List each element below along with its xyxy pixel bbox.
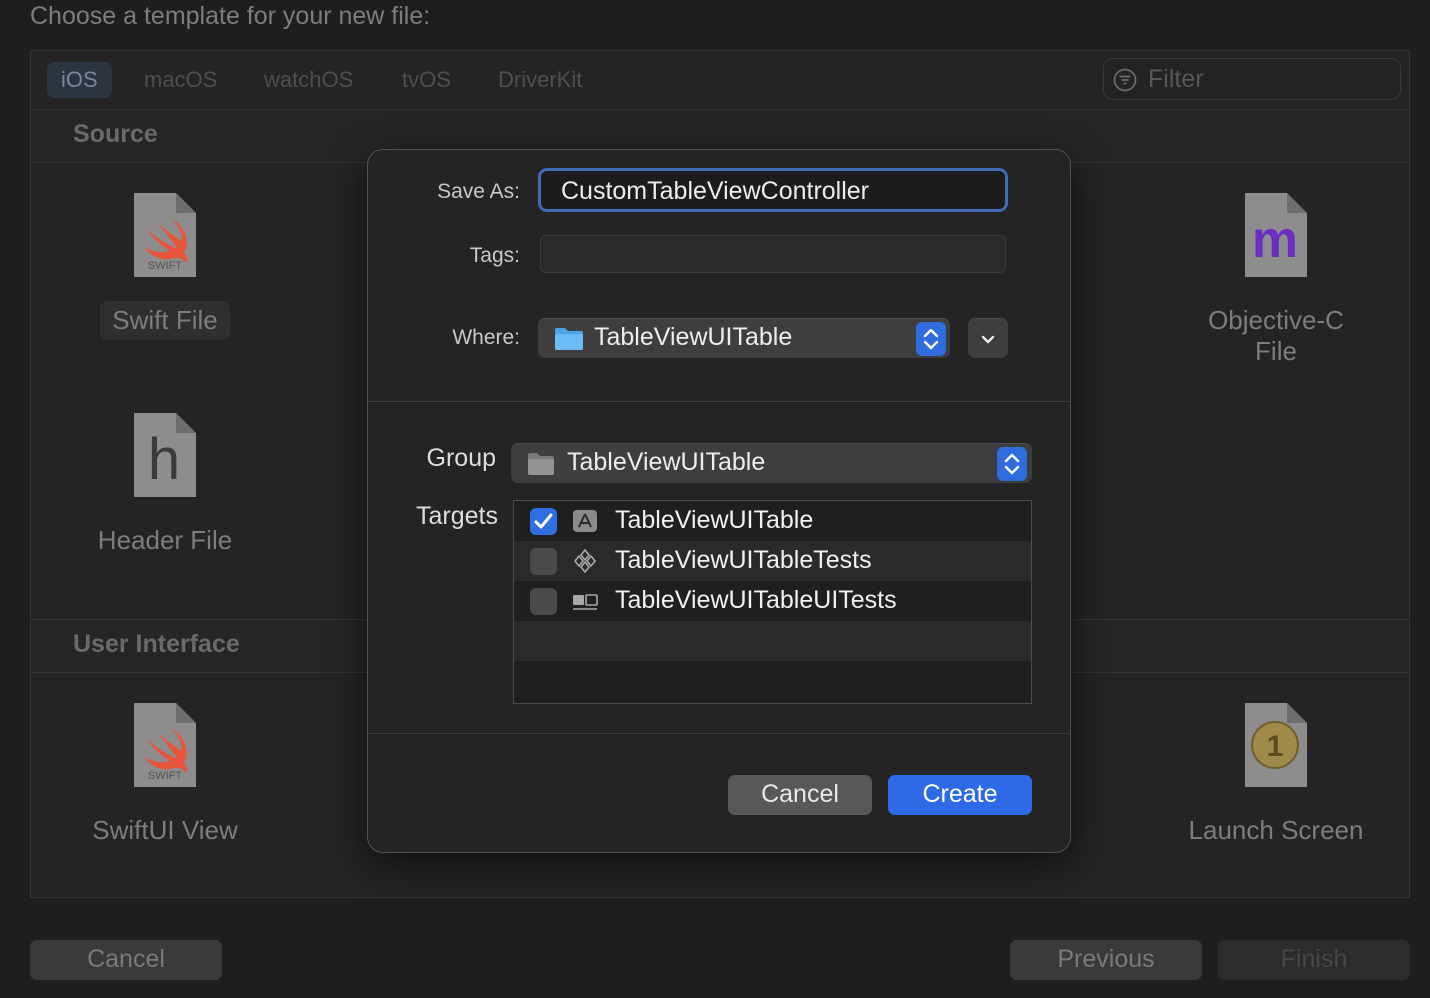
targets-label: Targets (416, 502, 498, 530)
svg-text:h: h (148, 427, 180, 492)
unit-test-target-icon (573, 549, 597, 573)
where-stepper (916, 322, 946, 356)
target-row[interactable]: TableViewUITableUITests (514, 581, 1031, 621)
empty-row (514, 621, 1031, 661)
filter-placeholder: Filter (1148, 65, 1204, 93)
chevron-up-down-icon (1004, 453, 1020, 475)
where-popup[interactable]: TableViewUITable (538, 318, 950, 358)
template-objc-file[interactable]: m Objective-C File (1176, 191, 1376, 371)
svg-text:1: 1 (1267, 730, 1284, 763)
cancel-button[interactable]: Cancel (30, 940, 222, 980)
template-swiftui-view[interactable]: SWIFT SwiftUI View (65, 701, 265, 850)
save-as-value: CustomTableViewController (561, 177, 870, 205)
save-sheet: Save As: CustomTableViewController Tags:… (367, 149, 1071, 853)
filter-field[interactable]: Filter (1103, 58, 1401, 100)
target-name: TableViewUITable (615, 506, 814, 534)
filter-icon (1113, 68, 1137, 92)
template-label-launch-screen: Launch Screen (1188, 815, 1364, 845)
app-target-icon (573, 510, 597, 532)
launch-screen-icon: 1 (1245, 703, 1307, 787)
group-label: Group (426, 444, 496, 472)
previous-button[interactable]: Previous (1010, 940, 1202, 980)
template-swift-file[interactable]: SWIFT Swift File (65, 191, 265, 340)
target-checkbox[interactable] (530, 588, 557, 615)
finish-button: Finish (1218, 940, 1410, 980)
chevron-up-down-icon (923, 328, 939, 350)
section-label-user-interface: User Interface (73, 630, 240, 658)
where-value: TableViewUITable (594, 323, 793, 351)
section-label-source: Source (73, 120, 158, 148)
where-label: Where: (452, 326, 520, 349)
checkmark-icon (534, 513, 553, 529)
svg-text:SWIFT: SWIFT (148, 260, 182, 272)
targets-list: TableViewUITable TableViewUITableTests T… (513, 500, 1032, 704)
window-title: Choose a template for your new file: (30, 2, 431, 30)
group-stepper (997, 447, 1027, 481)
save-as-field[interactable]: CustomTableViewController (538, 168, 1008, 212)
expand-location-button[interactable] (968, 318, 1008, 358)
target-checkbox[interactable] (530, 548, 557, 575)
group-value: TableViewUITable (567, 448, 766, 476)
template-launch-screen[interactable]: 1 Launch Screen (1176, 701, 1376, 850)
target-checkbox-checked[interactable] (530, 508, 557, 535)
ui-test-target-icon (573, 594, 598, 610)
svg-text:m: m (1252, 211, 1298, 269)
tab-driverkit[interactable]: DriverKit (484, 62, 596, 98)
target-row[interactable]: TableViewUITableTests (514, 541, 1031, 581)
tags-field[interactable] (540, 235, 1006, 273)
group-folder-icon (528, 453, 554, 475)
create-button[interactable]: Create (888, 775, 1032, 815)
group-popup[interactable]: TableViewUITable (511, 443, 1032, 483)
target-row[interactable]: TableViewUITable (514, 501, 1031, 541)
target-name: TableViewUITableTests (615, 546, 872, 574)
header-file-icon: h (134, 413, 196, 497)
platform-tab-bar: iOS macOS watchOS tvOS DriverKit Filter (31, 51, 1409, 110)
svg-text:SWIFT: SWIFT (148, 770, 182, 782)
template-label-swift-file: Swift File (100, 301, 230, 340)
tags-label: Tags: (469, 244, 520, 267)
sheet-cancel-button[interactable]: Cancel (728, 775, 872, 815)
tab-tvos[interactable]: tvOS (388, 62, 465, 98)
folder-icon (555, 328, 583, 350)
sheet-divider-top (368, 401, 1070, 402)
template-label-objc-file: Objective-C File (1208, 305, 1344, 366)
save-as-label: Save As: (437, 180, 520, 203)
chevron-down-icon (981, 335, 995, 344)
swiftui-file-icon: SWIFT (134, 703, 196, 787)
tab-watchos[interactable]: watchOS (250, 62, 367, 98)
swift-file-icon: SWIFT (134, 193, 196, 277)
tab-macos[interactable]: macOS (130, 62, 231, 98)
tab-ios[interactable]: iOS (47, 62, 112, 98)
template-label-header-file: Header File (97, 525, 233, 555)
template-header-file[interactable]: h Header File (65, 411, 265, 560)
objc-file-icon: m (1245, 193, 1307, 277)
target-name: TableViewUITableUITests (615, 586, 897, 614)
template-label-swiftui-view: SwiftUI View (92, 815, 238, 845)
sheet-divider-bottom (368, 733, 1070, 734)
